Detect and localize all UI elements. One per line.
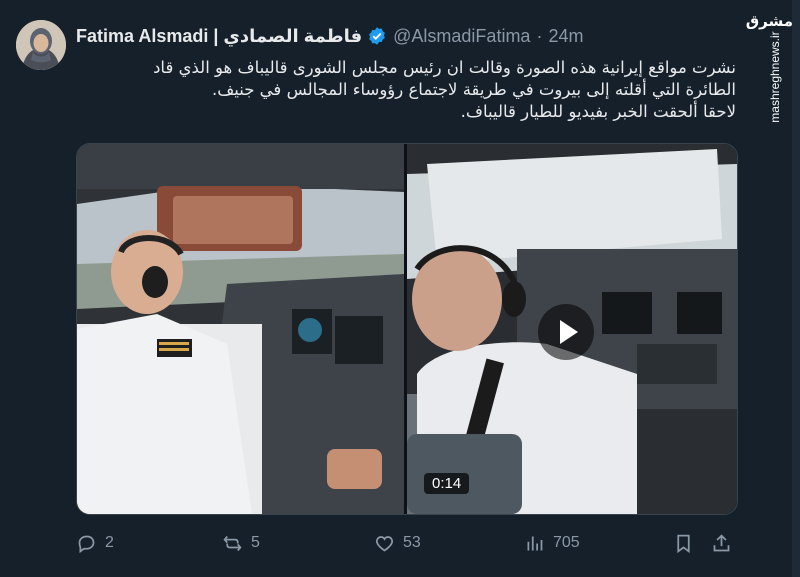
repost-count: 5 — [251, 534, 260, 551]
cockpit-photo-left — [77, 144, 404, 514]
views-icon — [527, 536, 543, 550]
bookmark-icon — [677, 534, 690, 553]
reply-icon — [78, 535, 95, 553]
reply-count: 2 — [105, 534, 114, 551]
bookmark-button[interactable] — [673, 531, 694, 555]
author-name[interactable]: Fatima Alsmadi | فاطمة الصمادي — [76, 26, 362, 47]
media-images — [77, 144, 737, 514]
like-icon — [375, 535, 394, 552]
tweet[interactable]: Fatima Alsmadi | فاطمة الصمادي @AlsmadiF… — [0, 0, 760, 577]
views-button[interactable]: 705 — [524, 531, 580, 555]
verified-badge-icon — [369, 27, 385, 45]
watermark-site: mashreghnews.ir — [768, 31, 782, 123]
tweet-text-line: لاحقا ألحقت الخبر بفيديو للطيار قاليباف. — [460, 102, 736, 121]
views-count: 705 — [553, 534, 580, 551]
like-button[interactable]: 53 — [374, 531, 421, 555]
reply-button[interactable]: 2 — [76, 531, 114, 555]
tweet-media[interactable] — [76, 143, 738, 515]
video-duration: 0:14 — [424, 473, 470, 494]
share-button[interactable] — [711, 531, 732, 555]
tweet-time[interactable]: 24m — [548, 26, 583, 47]
tweet-text-line: نشرت مواقع إيرانية هذه الصورة وقالت ان ر… — [153, 58, 736, 77]
author-handle[interactable]: @AlsmadiFatima — [393, 26, 530, 47]
tweet-text: نشرت مواقع إيرانية هذه الصورة وقالت ان ر… — [76, 57, 736, 123]
header-separator: · — [536, 25, 543, 46]
repost-icon — [223, 535, 242, 551]
like-count: 53 — [403, 534, 421, 551]
tweet-text-line: الطائرة التي أقلته إلى بيروت في طريقة لا… — [211, 80, 736, 99]
scrollbar[interactable] — [792, 0, 800, 577]
share-icon — [713, 533, 730, 551]
watermark: مشرق mashreghnews.ir — [746, 8, 793, 128]
avatar-image — [16, 20, 66, 70]
avatar[interactable] — [16, 20, 66, 70]
play-icon[interactable] — [538, 304, 594, 360]
tweet-header: Fatima Alsmadi | فاطمة الصمادي @AlsmadiF… — [76, 24, 583, 48]
repost-button[interactable]: 5 — [222, 531, 260, 555]
